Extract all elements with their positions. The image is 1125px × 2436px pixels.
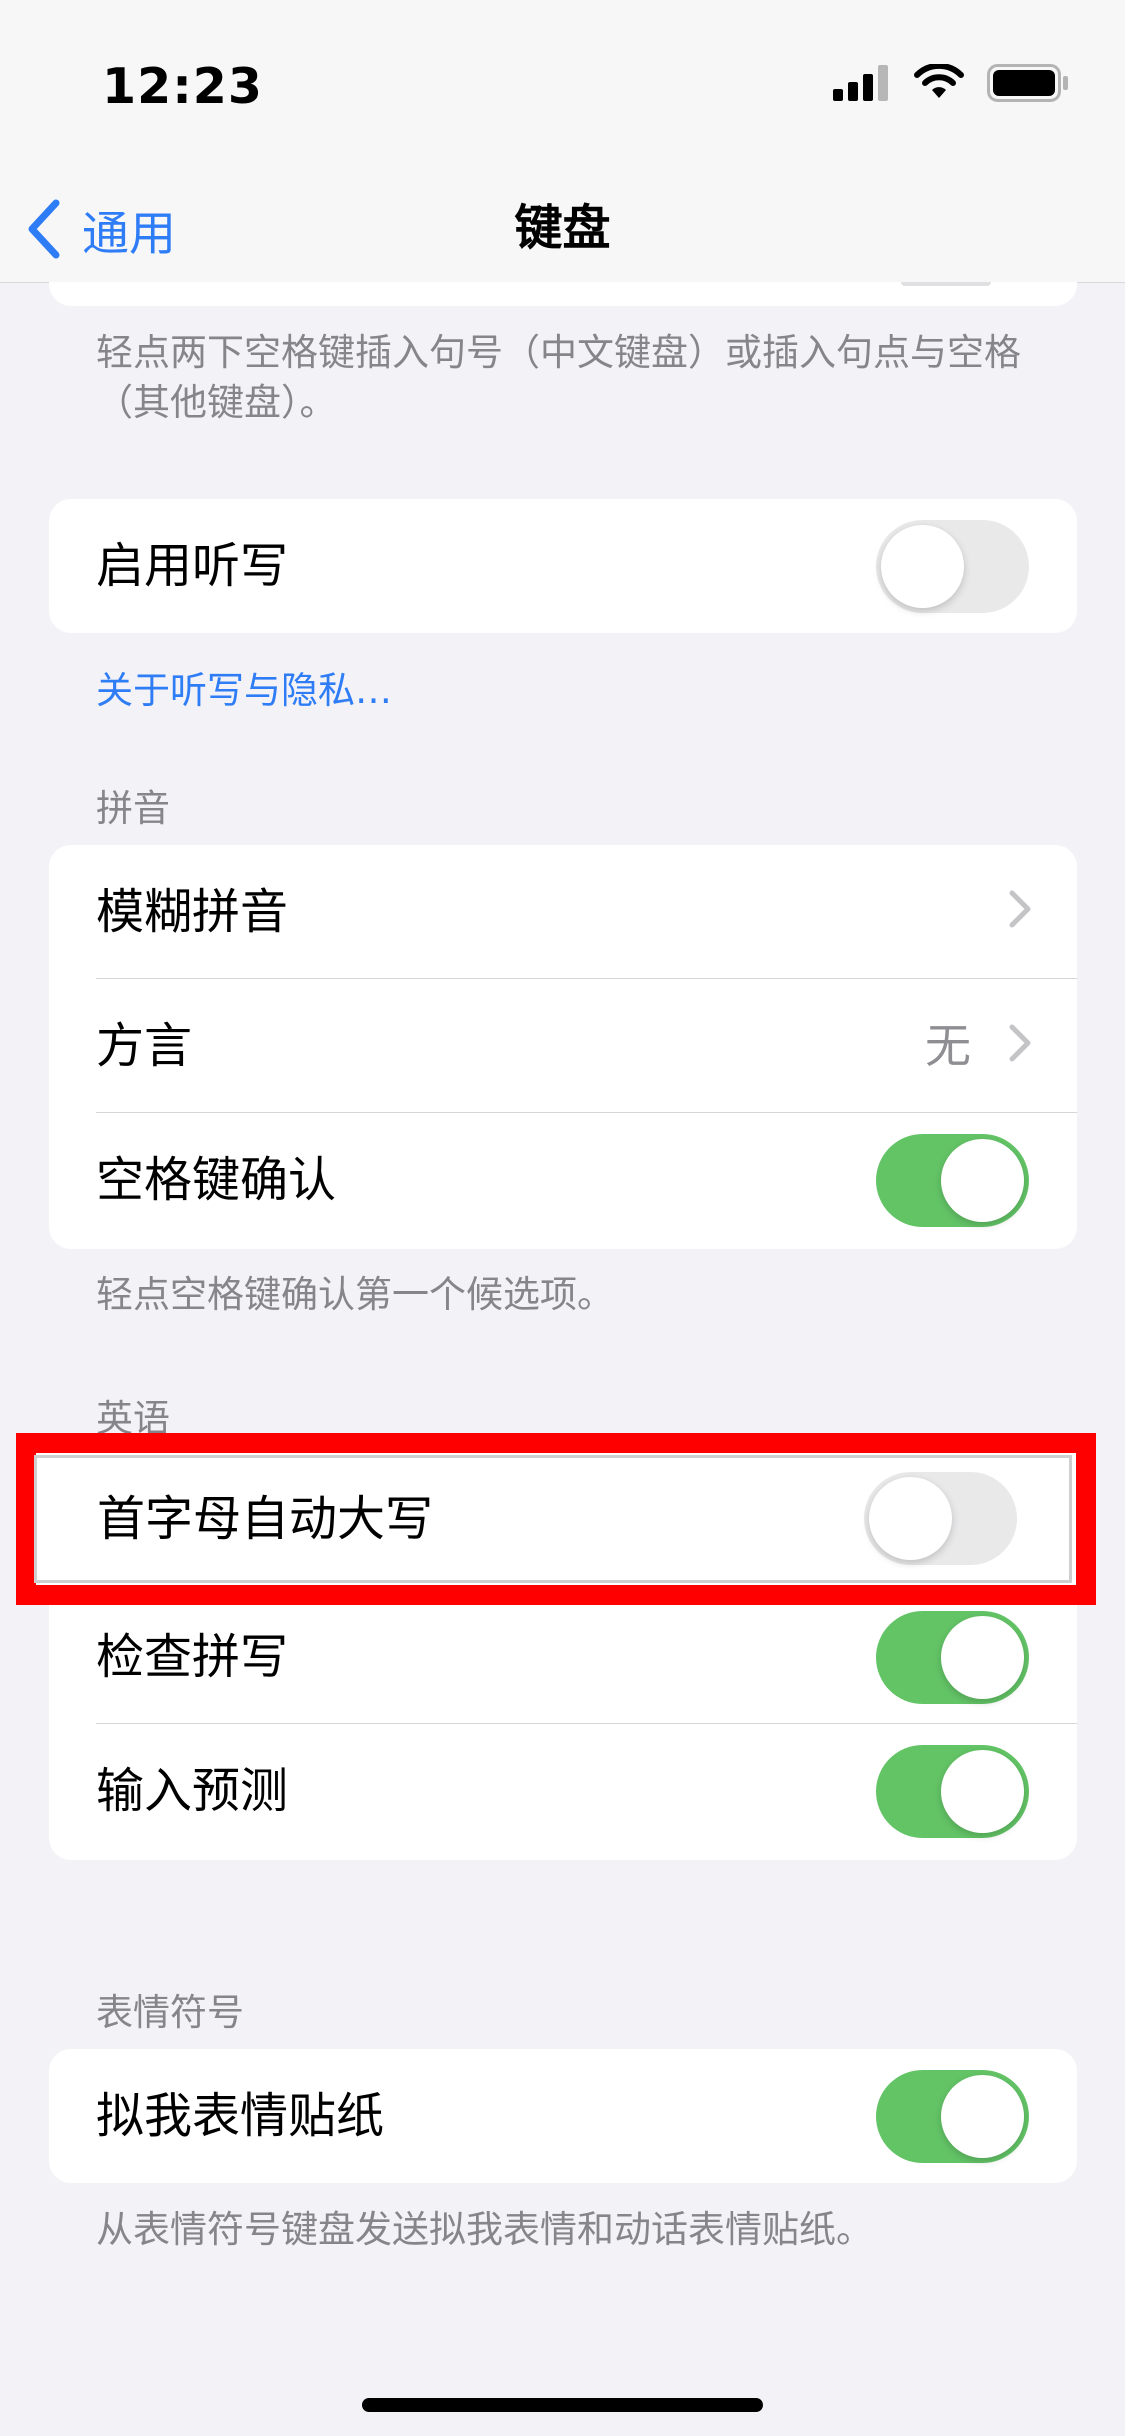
chevron-left-icon: [28, 199, 60, 259]
row-space-confirm: 空格键确认: [49, 1113, 1077, 1247]
battery-icon: [987, 64, 1068, 102]
row-auto-capitalization: 首字母自动大写: [34, 1455, 1072, 1583]
toggle-knob: [941, 1750, 1024, 1833]
row-label: 拟我表情贴纸: [96, 2088, 385, 2144]
row-label: 启用听写: [96, 538, 289, 594]
emoji-card: 拟我表情贴纸: [49, 2049, 1077, 2183]
pinyin-card: 模糊拼音 方言 无 空格键确认: [49, 845, 1077, 1249]
cellular-signal-icon: [833, 65, 888, 101]
row-spell-check: 检查拼写: [49, 1590, 1077, 1724]
row-label: 空格键确认: [96, 1152, 337, 1208]
section-header-pinyin: 拼音: [96, 787, 170, 830]
dictation-card: 启用听写: [49, 499, 1077, 633]
status-time: 12:23: [102, 58, 263, 115]
row-predictive: 输入预测: [49, 1724, 1077, 1858]
toggle-knob: [941, 2075, 1024, 2158]
toggle-knob: [881, 525, 964, 608]
toggle-knob: [941, 1139, 1024, 1222]
navigation-bar: 键盘 通用: [0, 175, 1125, 283]
row-label: 方言: [96, 1018, 193, 1074]
auto-capitalization-toggle[interactable]: [864, 1472, 1017, 1565]
spell-check-toggle[interactable]: [876, 1611, 1029, 1704]
dialect-value: 无: [925, 1019, 971, 1073]
row-enable-dictation: 启用听写: [49, 499, 1077, 633]
row-memoji-stickers: 拟我表情贴纸: [49, 2049, 1077, 2183]
memoji-stickers-toggle[interactable]: [876, 2070, 1029, 2163]
pinyin-footnote: 轻点空格键确认第一个候选项。: [96, 1273, 614, 1316]
home-indicator: [362, 2398, 763, 2412]
row-dialect[interactable]: 方言 无: [49, 979, 1077, 1113]
top-footnote: 轻点两下空格键插入句号（中文键盘）或插入句点与空格（其他键盘）。: [96, 331, 1021, 424]
section-header-emoji: 表情符号: [96, 1991, 244, 2034]
status-icons: [833, 64, 1069, 102]
back-button[interactable]: 通用: [26, 189, 176, 269]
partial-card: [49, 282, 1077, 306]
emoji-footnote: 从表情符号键盘发送拟我表情和动话表情贴纸。: [96, 2208, 873, 2251]
predictive-toggle[interactable]: [876, 1745, 1029, 1838]
space-confirm-toggle[interactable]: [876, 1134, 1029, 1227]
row-fuzzy-pinyin[interactable]: 模糊拼音: [49, 845, 1077, 979]
row-label: 检查拼写: [96, 1629, 289, 1685]
chevron-right-icon: [1009, 1024, 1031, 1062]
row-label: 输入预测: [96, 1763, 289, 1819]
row-label: 首字母自动大写: [97, 1491, 434, 1547]
enable-dictation-toggle[interactable]: [876, 520, 1029, 613]
back-button-label: 通用: [82, 206, 176, 262]
toggle-knob: [869, 1477, 952, 1560]
status-bar: 12:23: [0, 0, 1125, 175]
chevron-right-icon: [1009, 890, 1031, 928]
wifi-icon: [914, 64, 964, 98]
row-label: 模糊拼音: [96, 884, 289, 940]
toggle-knob: [941, 1616, 1024, 1699]
dictation-privacy-link[interactable]: 关于听写与隐私…: [96, 660, 392, 714]
